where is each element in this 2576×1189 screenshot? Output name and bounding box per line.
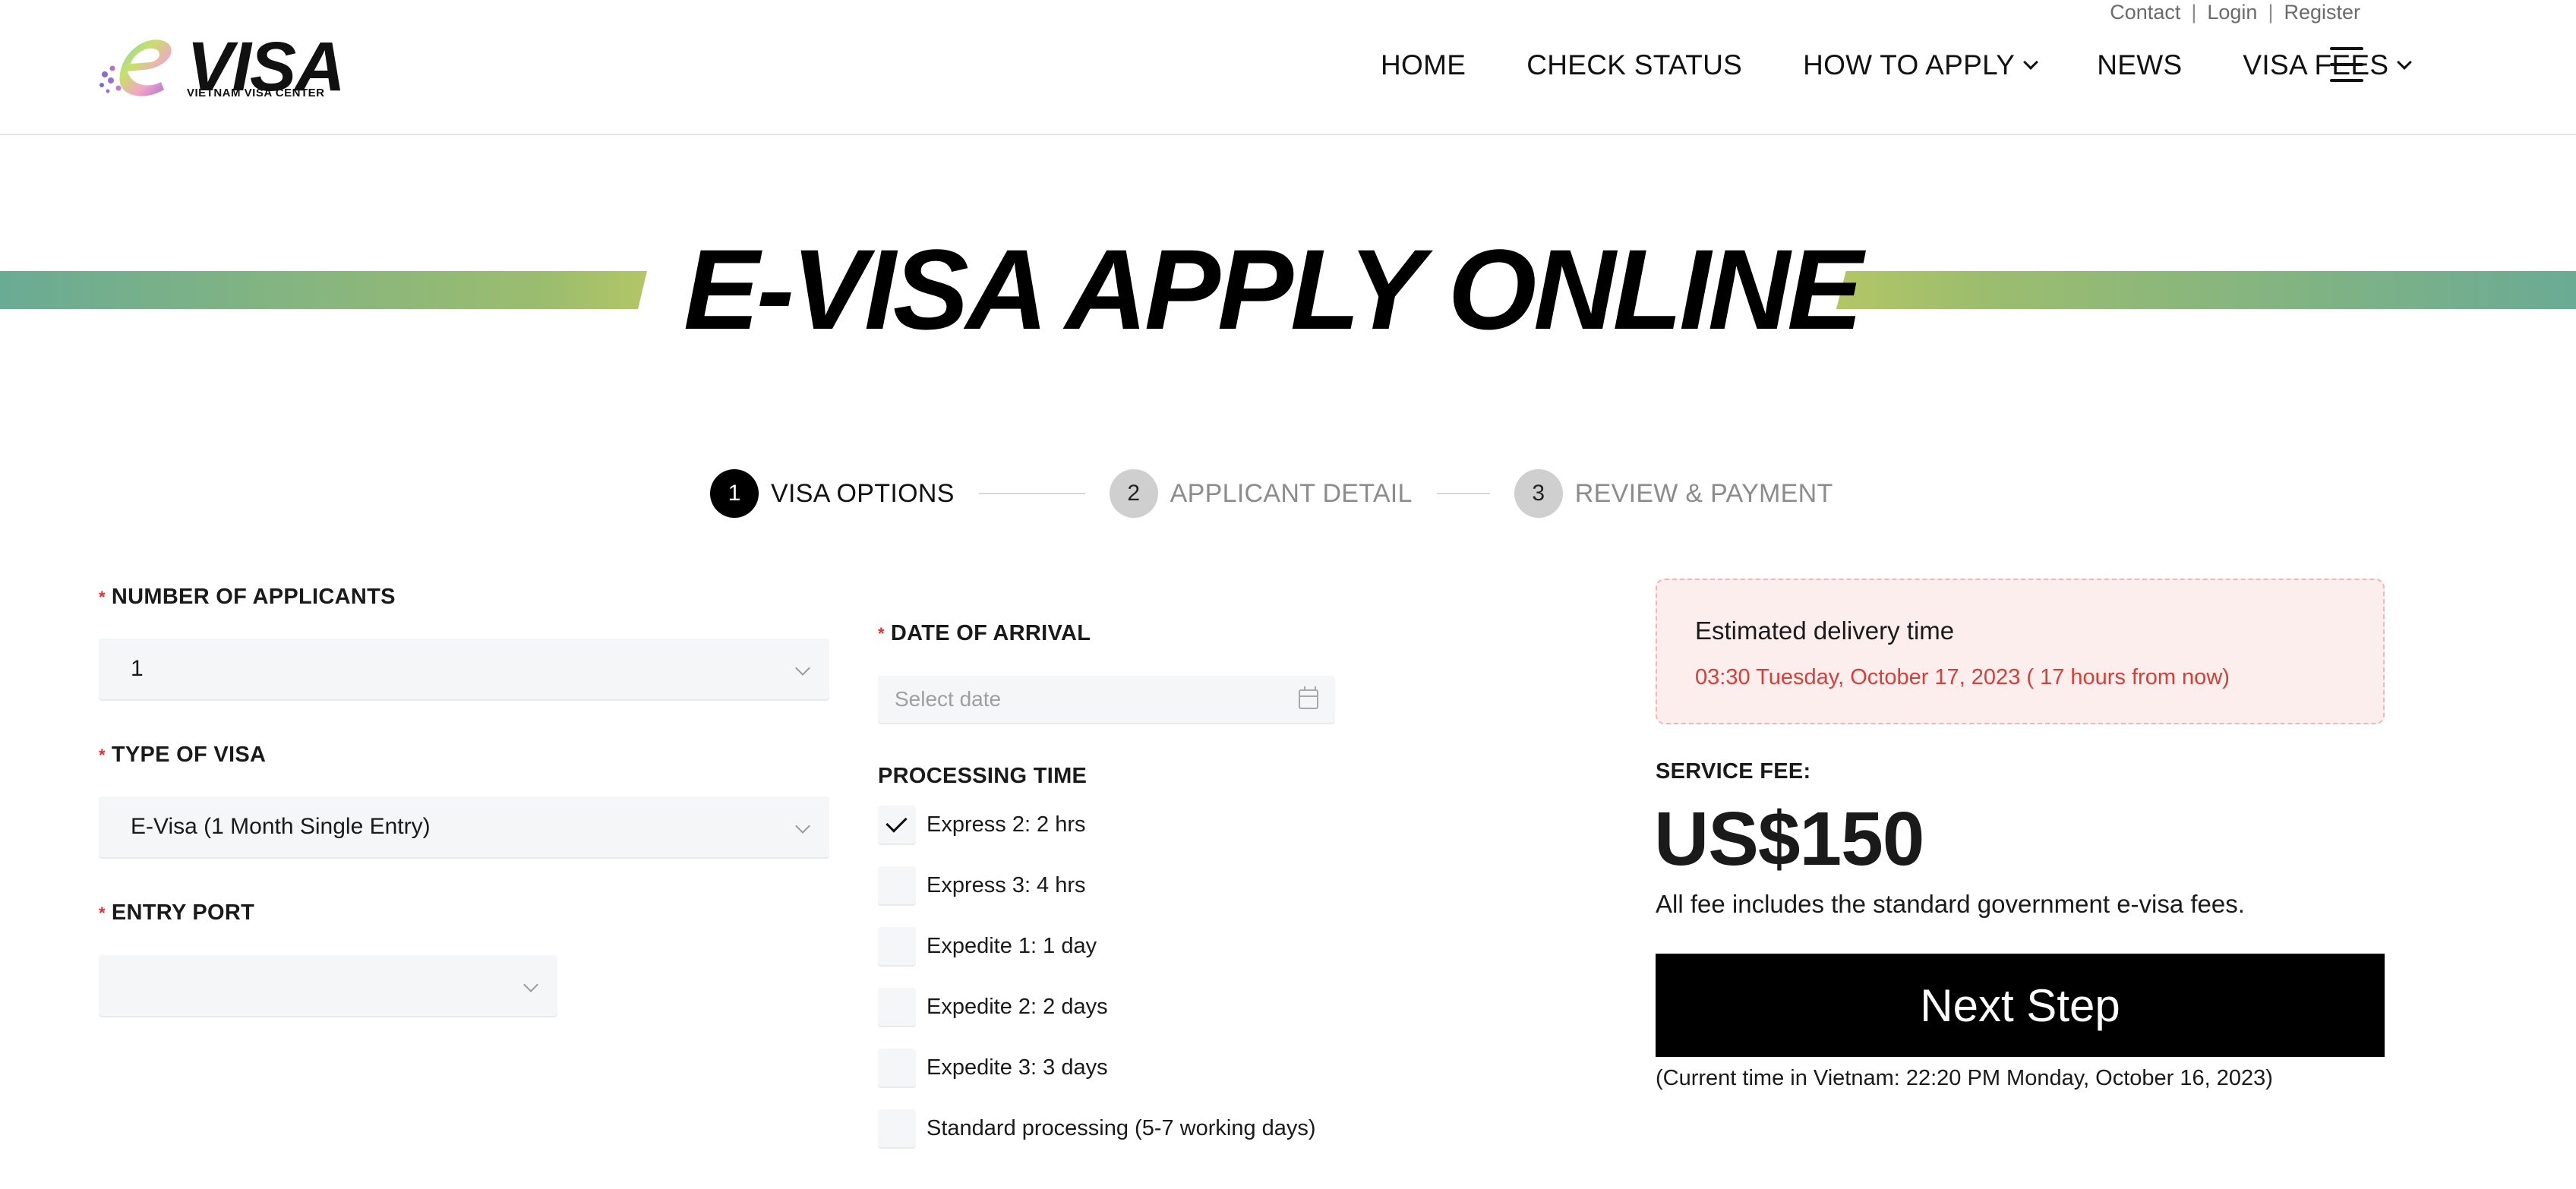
fee-note: All fee includes the standard government… — [1656, 890, 2245, 918]
register-link[interactable]: Register — [2284, 1, 2360, 24]
step-label: APPLICANT DETAIL — [1170, 478, 1413, 508]
e-logo-icon — [99, 39, 172, 96]
arrival-date-input[interactable] — [895, 687, 1259, 711]
visa-type-select[interactable]: E-Visa (1 Month Single Entry) — [99, 796, 829, 857]
login-link[interactable]: Login — [2207, 1, 2257, 24]
contact-link[interactable]: Contact — [2110, 1, 2180, 24]
hero-band-left — [0, 271, 647, 309]
step-number: 1 — [710, 469, 759, 518]
arrival-date-field[interactable] — [878, 676, 1335, 723]
visa-type-label-text: TYPE OF VISA — [111, 743, 267, 767]
nav-news-label: NEWS — [2097, 49, 2183, 80]
processing-option-label: Express 2: 2 hrs — [927, 812, 1086, 837]
nav-home[interactable]: HOME — [1381, 49, 1466, 81]
hero-band-right — [1836, 271, 2576, 309]
processing-option-expedite-3[interactable]: Expedite 3: 3 days — [878, 1048, 1108, 1087]
chevron-down-icon — [523, 977, 538, 992]
nav-news[interactable]: NEWS — [2097, 49, 2182, 81]
site-logo[interactable]: VISA VIETNAM VISA CENTER — [97, 27, 346, 106]
step-review-payment[interactable]: 3 REVIEW & PAYMENT — [1514, 469, 1833, 518]
nav-visa-fees[interactable]: VISA FEES — [2243, 49, 2413, 81]
checkbox-checked[interactable] — [878, 806, 916, 844]
entry-port-label: * ENTRY PORT — [99, 900, 254, 926]
step-label: VISA OPTIONS — [771, 478, 955, 508]
required-marker: * — [99, 588, 106, 607]
step-applicant-detail[interactable]: 2 APPLICANT DETAIL — [1109, 469, 1413, 518]
service-fee-amount: US$150 — [1654, 796, 1924, 882]
applicants-select[interactable]: 1 — [99, 639, 829, 699]
main-nav: HOME CHECK STATUS HOW TO APPLY NEWS VISA… — [1381, 44, 2429, 87]
progress-steps: 1 VISA OPTIONS 2 APPLICANT DETAIL 3 REVI… — [710, 469, 1833, 518]
required-marker: * — [99, 746, 106, 765]
next-step-button[interactable]: Next Step — [1656, 954, 2385, 1057]
nav-how-to-apply-label: HOW TO APPLY — [1803, 49, 2016, 80]
estimate-time: 03:30 Tuesday, October 17, 2023 ( 17 hou… — [1695, 665, 2230, 689]
chevron-down-icon — [795, 818, 810, 834]
checkbox[interactable] — [878, 988, 916, 1026]
checkbox[interactable] — [878, 927, 916, 965]
checkbox[interactable] — [878, 866, 916, 904]
step-number: 3 — [1514, 469, 1563, 518]
entry-port-label-text: ENTRY PORT — [111, 900, 255, 925]
separator: | — [2268, 0, 2274, 24]
processing-time-label: PROCESSING TIME — [878, 764, 1088, 788]
page-title: E-VISA APPLY ONLINE — [683, 226, 1863, 353]
step-connector — [1436, 493, 1490, 494]
visa-type-value: E-Visa (1 Month Single Entry) — [131, 814, 431, 839]
entry-port-select[interactable] — [99, 955, 557, 1016]
checkbox[interactable] — [878, 1109, 916, 1147]
calendar-icon[interactable] — [1299, 686, 1318, 709]
required-marker: * — [99, 904, 106, 923]
processing-option-standard[interactable]: Standard processing (5-7 working days) — [878, 1109, 1316, 1148]
hamburger-menu-icon[interactable] — [2330, 47, 2363, 82]
current-time-note: (Current time in Vietnam: 22:20 PM Monda… — [1656, 1066, 2273, 1090]
step-number: 2 — [1109, 469, 1158, 518]
chevron-down-icon — [2397, 55, 2413, 70]
top-links: Contact | Login | Register — [2110, 0, 2360, 24]
delivery-estimate-box: Estimated delivery time 03:30 Tuesday, O… — [1656, 579, 2385, 724]
arrival-date-label: * DATE OF ARRIVAL — [878, 621, 1091, 646]
site-header: Contact | Login | Register VISA VIETNAM … — [0, 0, 2576, 135]
required-marker: * — [878, 624, 885, 644]
processing-option-express-3[interactable]: Express 3: 4 hrs — [878, 866, 1086, 905]
logo-subtitle: VIETNAM VISA CENTER — [187, 87, 325, 99]
nav-visa-fees-label: VISA FEES — [2243, 49, 2389, 80]
processing-option-express-2[interactable]: Express 2: 2 hrs — [878, 805, 1086, 844]
applicants-value: 1 — [131, 656, 144, 681]
processing-option-label: Expedite 3: 3 days — [927, 1055, 1108, 1080]
visa-type-label: * TYPE OF VISA — [99, 743, 266, 768]
separator: | — [2191, 0, 2197, 24]
nav-home-label: HOME — [1381, 49, 1466, 80]
processing-option-label: Expedite 1: 1 day — [927, 933, 1097, 958]
nav-check-status[interactable]: CHECK STATUS — [1526, 49, 1742, 81]
chevron-down-icon — [795, 661, 810, 676]
processing-option-label: Express 3: 4 hrs — [927, 872, 1086, 897]
step-visa-options[interactable]: 1 VISA OPTIONS — [710, 469, 955, 518]
processing-option-label: Expedite 2: 2 days — [927, 994, 1108, 1019]
service-fee-label: SERVICE FEE: — [1656, 759, 1811, 784]
arrival-date-label-text: DATE OF ARRIVAL — [890, 621, 1091, 645]
nav-how-to-apply[interactable]: HOW TO APPLY — [1803, 49, 2039, 81]
chevron-down-icon — [2023, 55, 2039, 70]
applicants-label: * NUMBER OF APPLICANTS — [99, 585, 396, 610]
checkbox[interactable] — [878, 1049, 916, 1086]
processing-option-label: Standard processing (5-7 working days) — [927, 1115, 1316, 1140]
estimate-title: Estimated delivery time — [1695, 617, 1955, 645]
applicants-label-text: NUMBER OF APPLICANTS — [111, 585, 396, 609]
processing-option-expedite-1[interactable]: Expedite 1: 1 day — [878, 926, 1097, 966]
step-connector — [978, 493, 1085, 494]
nav-check-status-label: CHECK STATUS — [1526, 49, 1743, 80]
processing-option-expedite-2[interactable]: Expedite 2: 2 days — [878, 987, 1108, 1027]
step-label: REVIEW & PAYMENT — [1574, 478, 1833, 508]
